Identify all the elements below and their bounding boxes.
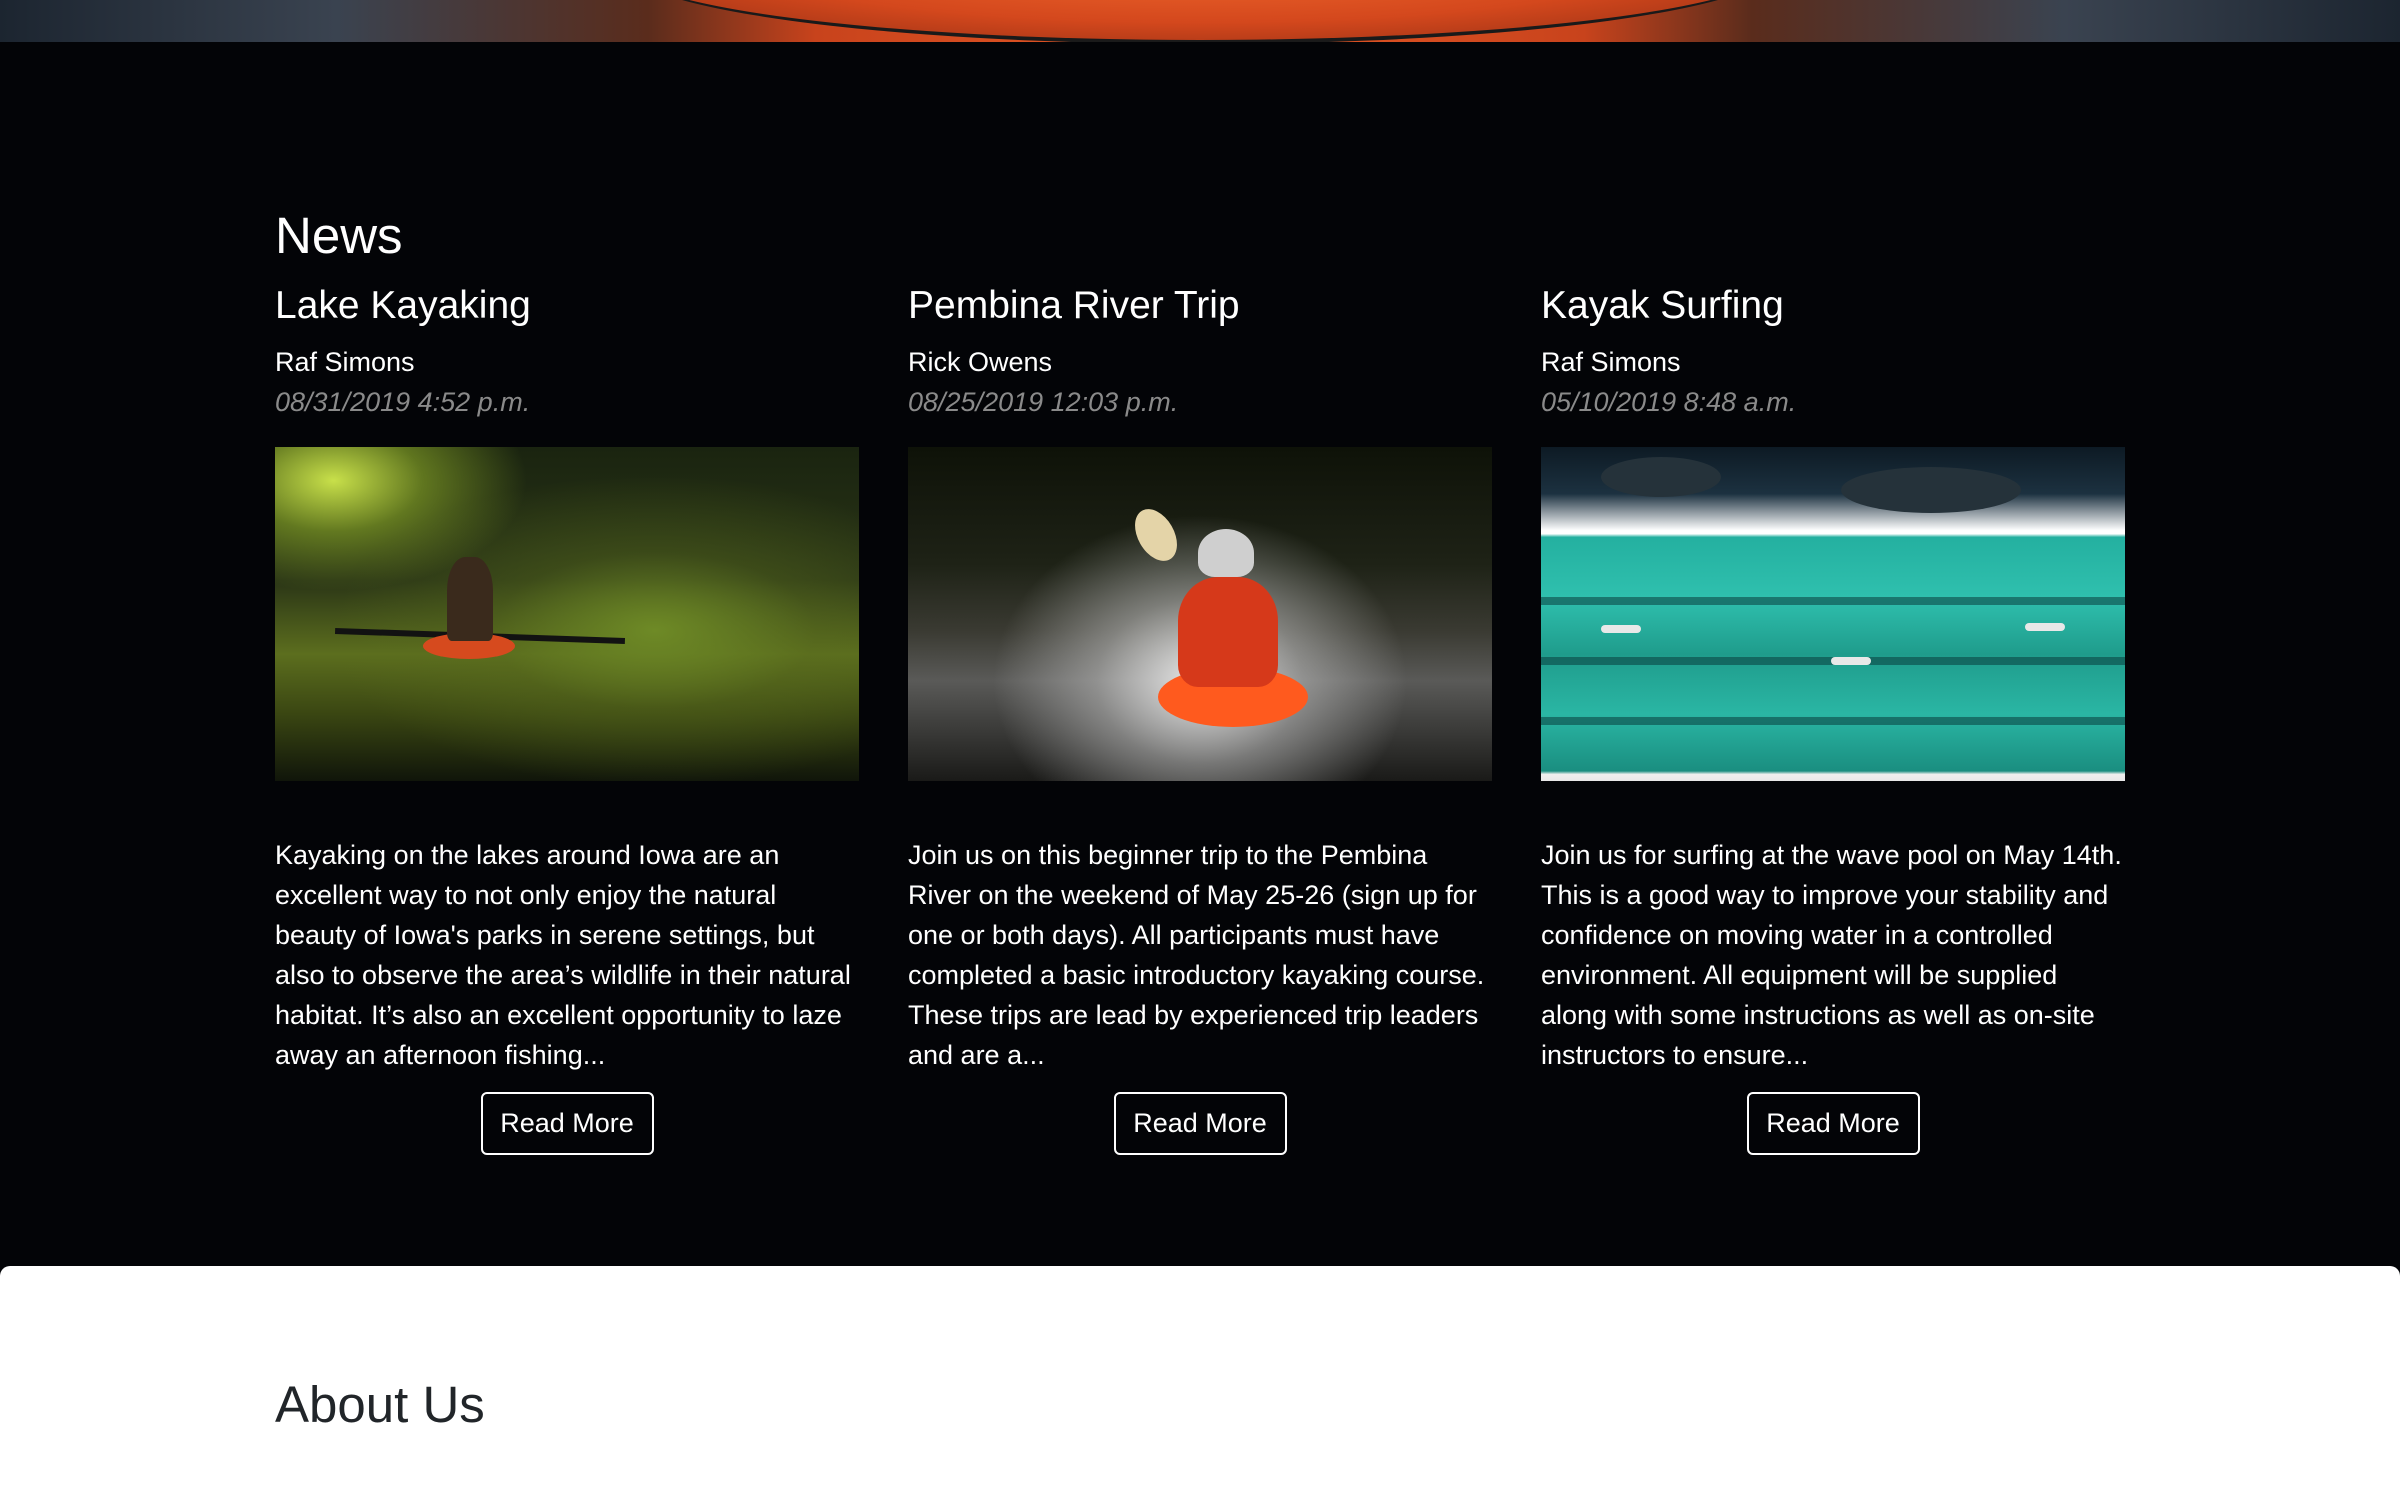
lane-line — [1541, 597, 2125, 605]
hero-image-kayak-bow — [620, 0, 1780, 42]
article-date: 08/25/2019 12:03 p.m. — [908, 387, 1179, 417]
article-author: Raf Simons — [1541, 347, 1681, 377]
news-card: Kayak Surfing Raf Simons 05/10/2019 8:48… — [1541, 286, 2125, 1155]
article-image-lake-kayaking — [275, 447, 859, 781]
news-section: News Lake Kayaking Raf Simons 08/31/2019… — [0, 42, 2400, 1266]
rock-shape — [1601, 457, 1721, 497]
swimmer-shape — [1831, 657, 1871, 665]
article-excerpt: Join us on this beginner trip to the Pem… — [908, 840, 1485, 1070]
article-author: Raf Simons — [275, 347, 415, 377]
article-excerpt: Kayaking on the lakes around Iowa are an… — [275, 840, 851, 1070]
read-more-button[interactable]: Read More — [1746, 1092, 1920, 1155]
hero-image-strip — [0, 0, 2400, 42]
about-heading: About Us — [275, 1376, 485, 1433]
article-title: Kayak Surfing — [1541, 284, 1784, 327]
news-card: Pembina River Trip Rick Owens 08/25/2019… — [908, 286, 1492, 1155]
read-more-button[interactable]: Read More — [1113, 1092, 1287, 1155]
swimmer-shape — [2025, 623, 2065, 631]
article-image-pembina-river — [908, 447, 1492, 781]
news-cards: Lake Kayaking Raf Simons 08/31/2019 4:52… — [275, 286, 2125, 1155]
kayaker-shape — [447, 557, 493, 641]
about-section: About Us — [0, 1266, 2400, 1500]
rock-shape — [1841, 467, 2021, 513]
article-author: Rick Owens — [908, 347, 1053, 377]
helmet-shape — [1198, 529, 1254, 577]
article-title: Lake Kayaking — [275, 284, 531, 327]
lane-line — [1541, 717, 2125, 725]
article-image-wave-pool — [1541, 447, 2125, 781]
article-date: 08/31/2019 4:52 p.m. — [275, 387, 531, 417]
article-date: 05/10/2019 8:48 a.m. — [1541, 387, 1797, 417]
paddle-shape — [1126, 501, 1186, 569]
kayaker-shape — [1178, 577, 1278, 687]
read-more-button[interactable]: Read More — [480, 1092, 654, 1155]
swimmer-shape — [1601, 625, 1641, 633]
news-card: Lake Kayaking Raf Simons 08/31/2019 4:52… — [275, 286, 859, 1155]
article-title: Pembina River Trip — [908, 284, 1240, 327]
article-excerpt: Join us for surfing at the wave pool on … — [1541, 840, 2122, 1070]
news-heading: News — [275, 207, 403, 264]
